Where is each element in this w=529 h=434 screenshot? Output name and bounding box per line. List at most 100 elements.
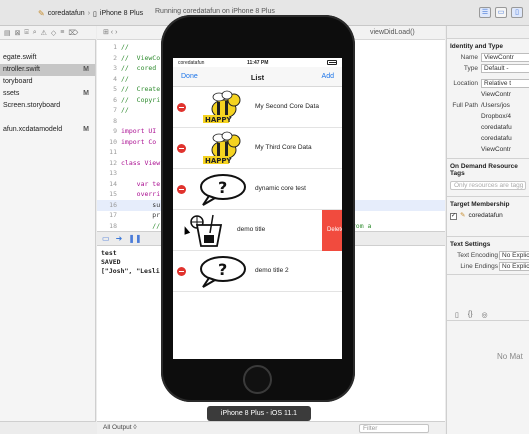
type-label: Type bbox=[463, 65, 478, 72]
breakpoints-toggle-icon[interactable]: ➜ bbox=[116, 234, 123, 243]
table-row[interactable]: demo title Delete bbox=[173, 210, 342, 251]
navigator-toggle-icon[interactable]: ☰ bbox=[479, 7, 491, 18]
navigator-file-item[interactable]: Screen.storyboard bbox=[0, 100, 95, 112]
navigator-file-item[interactable]: ntroller.swift M bbox=[0, 64, 95, 76]
endings-select[interactable]: No Explic bbox=[499, 262, 529, 271]
navigator-file-item[interactable]: afun.xcdatamodeld M bbox=[0, 124, 95, 136]
folder-icon[interactable]: ▤ bbox=[4, 29, 11, 37]
checkbox-checked-icon[interactable]: ✓ bbox=[450, 212, 457, 220]
add-button[interactable]: Add bbox=[322, 73, 334, 80]
location-select[interactable]: Relative t bbox=[481, 79, 529, 88]
code-text: // bbox=[121, 43, 129, 51]
line-number: 12 bbox=[109, 158, 117, 167]
find-icon[interactable]: ⌕ bbox=[33, 29, 37, 36]
symbol-icon[interactable]: ⌸ bbox=[25, 29, 29, 36]
delete-control-icon[interactable] bbox=[177, 267, 186, 276]
encoding-select[interactable]: No Explic bbox=[499, 251, 529, 260]
line-number: 5 bbox=[113, 85, 117, 93]
odr-tags-input[interactable]: Only resources are tagg bbox=[450, 181, 526, 190]
delete-control-icon[interactable] bbox=[177, 103, 186, 112]
scheme-selector[interactable]: ✎ coredatafun › ▯ iPhone 8 Plus bbox=[38, 7, 143, 20]
hide-debug-icon[interactable]: ▭ bbox=[102, 234, 110, 243]
name-field[interactable]: ViewContr bbox=[481, 53, 529, 62]
issue-icon[interactable]: ⚠ bbox=[41, 29, 47, 37]
file-template-icon[interactable]: ▯ bbox=[455, 311, 459, 319]
text-settings-section: Text Settings Text Encoding No Explic Lin… bbox=[447, 237, 529, 275]
membership-section: Target Membership ✓ ✎ coredatafun bbox=[447, 197, 529, 237]
code-snippet-icon[interactable]: {} bbox=[468, 311, 473, 318]
table-row[interactable]: ? dynamic core test bbox=[173, 169, 342, 210]
table-row[interactable]: HAPPY My Third Core Data bbox=[173, 128, 342, 169]
line-number: 9 bbox=[113, 127, 117, 135]
debug-toggle-icon[interactable]: ▭ bbox=[495, 7, 507, 18]
code-text: var te bbox=[121, 179, 161, 188]
row-title: dynamic core test bbox=[255, 185, 306, 192]
speech-bubble-icon: ? bbox=[200, 256, 246, 288]
table-row[interactable]: ? demo title 2 bbox=[173, 251, 342, 292]
status-time: 11:47 PM bbox=[247, 60, 269, 66]
home-button[interactable] bbox=[243, 365, 272, 394]
navigator-file-item[interactable]: ssets M bbox=[0, 88, 95, 100]
scheme-separator: › bbox=[87, 10, 91, 17]
carrier-name: coredatafun bbox=[178, 60, 205, 66]
code-text: // bbox=[121, 74, 129, 83]
simulator-device-label: iPhone 8 Plus - iOS 11.1 bbox=[207, 406, 311, 421]
navigator-file-item[interactable] bbox=[0, 40, 95, 52]
battery-icon bbox=[327, 60, 337, 65]
test-icon[interactable]: ◇ bbox=[51, 29, 56, 37]
row-title: demo title 2 bbox=[255, 267, 289, 274]
code-text: // Copyri bbox=[121, 95, 161, 104]
identity-title: Identity and Type bbox=[450, 43, 503, 50]
project-navigator: egate.swift ntroller.swift Mtoryboard ssets… bbox=[0, 40, 96, 434]
line-number: 17 bbox=[109, 211, 117, 219]
source-control-icon[interactable]: ⊠ bbox=[15, 29, 21, 37]
toolbar-view-buttons: ☰ ▭ ▯ bbox=[479, 7, 523, 18]
file-name: toryboard bbox=[3, 78, 33, 85]
fullpath-line: coredatafu bbox=[481, 124, 512, 131]
happy-bee-icon: HAPPY bbox=[203, 131, 241, 165]
location-file: ViewContr bbox=[481, 91, 511, 98]
table-view: HAPPY My Second Core Data HAPPY My Third Co… bbox=[173, 87, 342, 292]
console-filter-input[interactable]: Filter bbox=[359, 424, 429, 433]
membership-row[interactable]: ✓ ✎ coredatafun bbox=[447, 210, 529, 222]
line-number: 18 bbox=[109, 221, 117, 230]
navigator-file-item[interactable]: toryboard bbox=[0, 76, 95, 88]
breakpoint-icon[interactable]: ⌦ bbox=[68, 29, 78, 37]
file-list: egate.swift ntroller.swift Mtoryboard ssets… bbox=[0, 40, 95, 136]
type-select[interactable]: Default - bbox=[481, 64, 529, 73]
encoding-label: Text Encoding bbox=[457, 252, 498, 259]
delete-control-icon[interactable] bbox=[177, 144, 186, 153]
object-library-icon[interactable]: ◎ bbox=[482, 311, 488, 319]
table-row[interactable]: HAPPY My Second Core Data bbox=[173, 87, 342, 128]
line-number: 2 bbox=[113, 53, 117, 62]
speech-bubble-icon: ? bbox=[200, 174, 246, 206]
file-inspector: Identity and Type Name ViewContr Type Defa… bbox=[446, 26, 529, 434]
scheme-project: coredatafun bbox=[47, 10, 85, 17]
delete-control-icon[interactable] bbox=[177, 185, 186, 194]
nav-arrows-icon[interactable]: ⊞ ‹ › bbox=[103, 28, 117, 36]
code-text: import UI bbox=[121, 127, 157, 135]
line-number: 8 bbox=[113, 116, 117, 125]
membership-target: coredatafun bbox=[468, 212, 503, 219]
navigator-filter-bar bbox=[0, 421, 96, 434]
delete-button[interactable]: Delete bbox=[322, 210, 342, 251]
inspector-toggle-icon[interactable]: ▯ bbox=[511, 7, 523, 18]
navigator-file-item[interactable]: egate.swift bbox=[0, 52, 95, 64]
code-text: overri bbox=[121, 190, 161, 198]
drink-icon bbox=[190, 214, 223, 247]
output-selector[interactable]: All Output ◊ bbox=[103, 424, 137, 431]
console-footer: All Output ◊ Filter bbox=[97, 421, 445, 434]
file-status: M bbox=[83, 126, 89, 133]
line-number: 11 bbox=[109, 148, 117, 156]
simulator-screen[interactable]: coredatafun 11:47 PM Done List Add HAPPY… bbox=[173, 58, 342, 359]
endings-label: Line Endings bbox=[460, 263, 498, 270]
code-text: pr bbox=[121, 211, 161, 219]
jump-bar-crumb[interactable]: viewDidLoad() bbox=[370, 29, 415, 36]
pause-icon[interactable]: ❚❚ bbox=[128, 234, 141, 243]
debug-icon[interactable]: ≡ bbox=[60, 29, 64, 36]
file-name: Screen.storyboard bbox=[3, 102, 61, 109]
inspector-tabs bbox=[447, 26, 529, 39]
row-thumbnail: HAPPY bbox=[197, 90, 247, 125]
navigator-file-item[interactable] bbox=[0, 112, 95, 124]
file-name: ntroller.swift bbox=[3, 66, 40, 73]
